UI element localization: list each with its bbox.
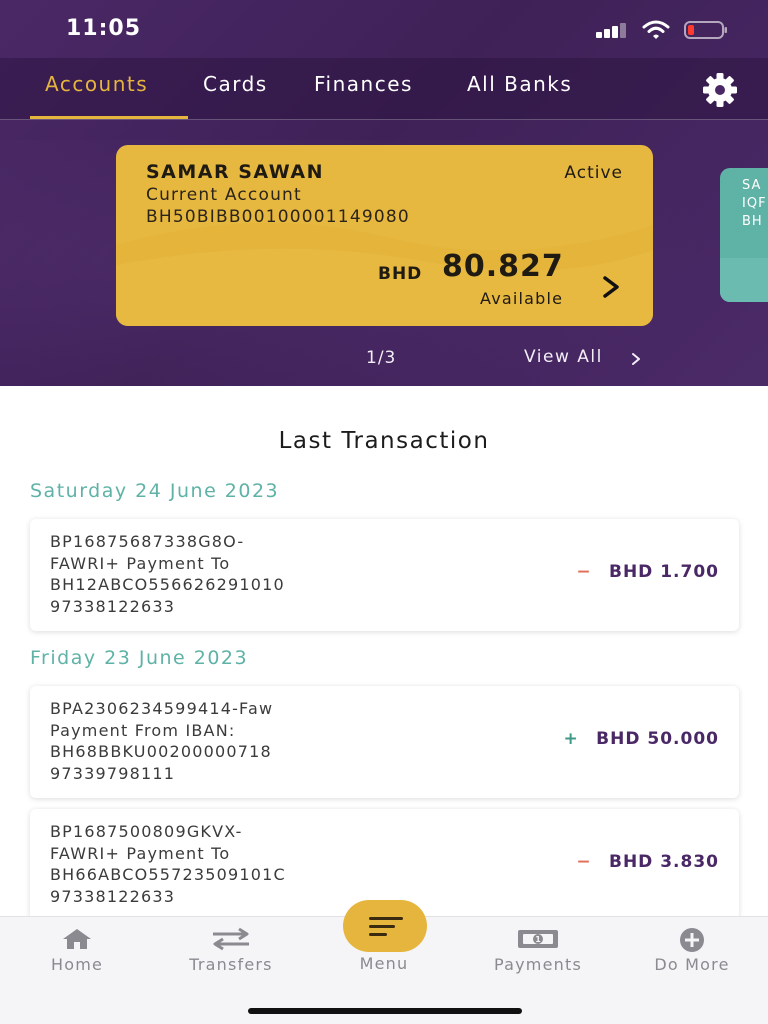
peek-line: BH [742, 214, 763, 229]
carousel-pager: 1/3 [366, 348, 397, 368]
plus-circle-icon [680, 928, 704, 952]
tab-cards[interactable]: Cards [203, 72, 268, 96]
tab-all-banks[interactable]: All Banks [467, 72, 572, 96]
nav-payments-label: Payments [494, 955, 582, 974]
section-title-last-transaction: Last Transaction [278, 428, 490, 454]
status-bar: 11:05 [0, 0, 768, 58]
credit-sign: + [563, 729, 579, 749]
transaction-date-header: Saturday 24 June 2023 [30, 480, 280, 502]
status-time: 11:05 [66, 16, 142, 41]
transaction-amount: + BHD 50.000 [563, 729, 719, 749]
banknote-icon: 1 [518, 930, 558, 948]
wifi-icon [642, 20, 670, 39]
transaction-amount: − BHD 3.830 [576, 852, 719, 872]
peek-line: SA [742, 178, 762, 193]
home-icon [63, 929, 91, 949]
tab-divider [0, 119, 768, 120]
chevron-right-icon[interactable] [600, 275, 622, 299]
nav-transfers[interactable]: Transfers [161, 917, 301, 987]
tab-accounts[interactable]: Accounts [45, 72, 148, 96]
chevron-right-icon[interactable] [630, 352, 642, 366]
balance-amount: 80.827 [442, 249, 564, 284]
nav-do-more-label: Do More [654, 955, 730, 974]
transaction-description: BP1687500809GKVX- FAWRI+ Payment To BH66… [50, 822, 286, 906]
nav-transfers-label: Transfers [189, 955, 273, 974]
home-indicator [248, 1008, 522, 1014]
peek-line: IQF [742, 196, 767, 211]
menu-lines-icon [369, 933, 387, 936]
nav-do-more[interactable]: Do More [622, 917, 762, 987]
battery-low-icon [684, 21, 727, 39]
account-iban: BH50BIBB00100001149080 [146, 207, 410, 227]
transaction-row[interactable]: BP16875687338G8O- FAWRI+ Payment To BH12… [30, 519, 739, 631]
svg-text:1: 1 [535, 935, 541, 944]
transaction-date-header: Friday 23 June 2023 [30, 647, 249, 669]
account-status: Active [564, 163, 623, 183]
nav-payments[interactable]: 1 Payments [468, 917, 608, 987]
menu-lines-icon [369, 925, 395, 928]
transaction-amount: − BHD 1.700 [576, 562, 719, 582]
transaction-description: BPA2306234599414-Faw Payment From IBAN: … [50, 699, 274, 783]
balance-available-label: Available [480, 289, 564, 308]
transaction-description: BP16875687338G8O- FAWRI+ Payment To BH12… [50, 532, 285, 616]
view-all-link[interactable]: View All [524, 347, 603, 367]
transfer-arrows-icon [213, 927, 249, 951]
transaction-row[interactable]: BPA2306234599414-Faw Payment From IBAN: … [30, 686, 739, 798]
peek-card-band [720, 258, 768, 302]
tab-finances[interactable]: Finances [314, 72, 413, 96]
account-type: Current Account [146, 185, 302, 205]
nav-home[interactable]: Home [7, 917, 147, 987]
top-tab-bar: Accounts Cards Finances All Banks [0, 58, 768, 120]
account-holder-name: SAMAR SAWAN [146, 161, 324, 183]
gear-icon[interactable] [700, 70, 740, 110]
nav-home-label: Home [50, 955, 104, 974]
cellular-signal-icon [596, 22, 630, 38]
balance-currency: BHD [378, 264, 423, 284]
debit-sign: − [576, 562, 592, 582]
menu-button[interactable] [343, 900, 427, 952]
nav-menu-label: Menu [359, 954, 409, 973]
account-card[interactable]: SAMAR SAWAN Current Account BH50BIBB0010… [116, 145, 653, 326]
next-account-card-peek[interactable]: SA IQF BH [720, 168, 768, 302]
debit-sign: − [576, 852, 592, 872]
menu-lines-icon [369, 917, 403, 920]
